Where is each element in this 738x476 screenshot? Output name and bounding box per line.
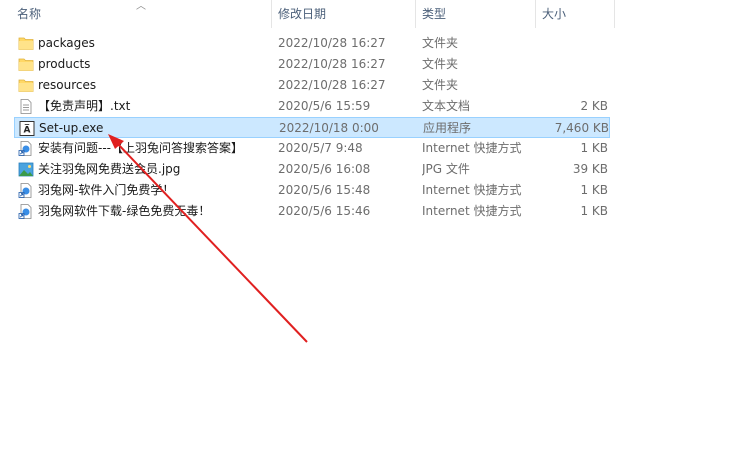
file-name: 羽兔网-软件入门免费学！: [38, 183, 175, 197]
file-modified-date: 2022/10/18 0:00: [279, 121, 379, 135]
folder-icon: [18, 36, 34, 51]
file-name: packages: [38, 36, 95, 50]
column-divider[interactable]: [415, 0, 416, 28]
sort-ascending-icon: ︿: [136, 1, 146, 12]
file-row[interactable]: packages 2022/10/28 16:27 文件夹: [14, 33, 610, 54]
file-row[interactable]: 安装有问题---【上羽兔问答搜索答案】 2020/5/7 9:48 Internet…: [14, 138, 610, 159]
file-type: Internet 快捷方式: [422, 141, 522, 155]
file-row[interactable]: products 2022/10/28 16:27 文件夹: [14, 54, 610, 75]
file-modified-date: 2020/5/6 15:59: [278, 99, 371, 113]
file-modified-date: 2020/5/7 9:48: [278, 141, 363, 155]
column-header-type[interactable]: 类型: [422, 0, 446, 28]
file-name: resources: [38, 78, 97, 92]
file-size: 1 KB: [580, 204, 608, 218]
column-divider[interactable]: [535, 0, 536, 28]
file-type: 文件夹: [422, 78, 459, 92]
file-row[interactable]: A̅ Set-up.exe 2022/10/18 0:00 应用程序 7,460 KB: [14, 117, 610, 138]
file-name: 羽兔网软件下载-绿色免费无毒！: [38, 204, 211, 218]
column-divider[interactable]: [271, 0, 272, 28]
internet-shortcut-icon: [18, 141, 34, 156]
file-modified-date: 2022/10/28 16:27: [278, 57, 386, 71]
file-size: 1 KB: [580, 141, 608, 155]
file-modified-date: 2020/5/6 16:08: [278, 162, 371, 176]
folder-icon: [18, 78, 34, 93]
svg-text:A̅: A̅: [24, 124, 31, 136]
file-modified-date: 2020/5/6 15:46: [278, 204, 371, 218]
column-header: 名称 ︿ 修改日期 类型 大小: [0, 0, 738, 28]
column-header-name[interactable]: 名称: [17, 0, 41, 28]
file-modified-date: 2020/5/6 15:48: [278, 183, 371, 197]
text-file-icon: [18, 99, 34, 114]
file-type: 文件夹: [422, 36, 459, 50]
file-name: 【免责声明】.txt: [38, 99, 131, 113]
column-header-size[interactable]: 大小: [542, 0, 566, 28]
file-size: 2 KB: [580, 99, 608, 113]
file-name: 安装有问题---【上羽兔问答搜索答案】: [38, 141, 243, 155]
file-size: 39 KB: [572, 162, 608, 176]
file-row[interactable]: resources 2022/10/28 16:27 文件夹: [14, 75, 610, 96]
file-row[interactable]: 关注羽兔网免费送会员.jpg 2020/5/6 16:08 JPG 文件 39 KB: [14, 159, 610, 180]
file-type: 应用程序: [423, 121, 472, 135]
adobe-app-icon: A̅: [19, 121, 35, 136]
file-modified-date: 2022/10/28 16:27: [278, 78, 386, 92]
file-type: 文本文档: [422, 99, 471, 113]
file-type: Internet 快捷方式: [422, 204, 522, 218]
column-header-modified[interactable]: 修改日期: [278, 0, 326, 28]
internet-shortcut-icon: [18, 204, 34, 219]
file-name: Set-up.exe: [39, 121, 104, 135]
file-row[interactable]: 【免责声明】.txt 2020/5/6 15:59 文本文档 2 KB: [14, 96, 610, 117]
file-modified-date: 2022/10/28 16:27: [278, 36, 386, 50]
file-size: 7,460 KB: [554, 121, 609, 135]
file-row[interactable]: 羽兔网软件下载-绿色免费无毒！ 2020/5/6 15:46 Internet 快捷…: [14, 201, 610, 222]
column-divider[interactable]: [614, 0, 615, 28]
internet-shortcut-icon: [18, 183, 34, 198]
image-file-icon: [18, 162, 34, 177]
file-size: 1 KB: [580, 183, 608, 197]
file-name: products: [38, 57, 91, 71]
file-type: JPG 文件: [422, 162, 470, 176]
file-type: Internet 快捷方式: [422, 183, 522, 197]
file-type: 文件夹: [422, 57, 459, 71]
file-row[interactable]: 羽兔网-软件入门免费学！ 2020/5/6 15:48 Internet 快捷方式 1…: [14, 180, 610, 201]
file-name: 关注羽兔网免费送会员.jpg: [38, 162, 181, 176]
folder-icon: [18, 57, 34, 72]
